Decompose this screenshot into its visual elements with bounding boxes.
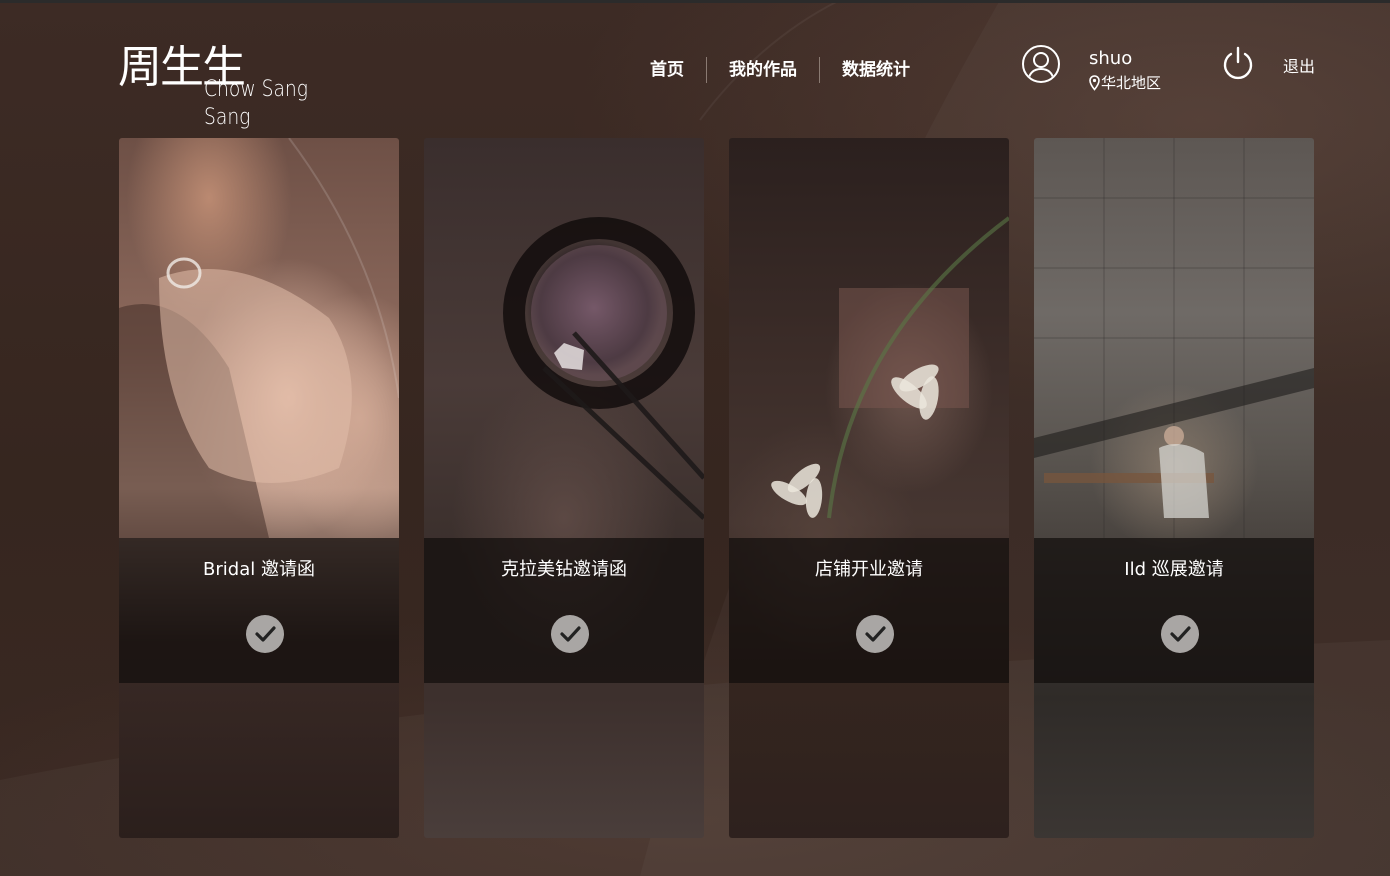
main-nav: 首页 我的作品 数据统计 [628,56,932,84]
user-icon[interactable] [1022,45,1060,83]
nav-item-statistics[interactable]: 数据统计 [820,56,932,84]
card-photo [424,138,704,838]
window-top-border [0,0,1390,3]
user-name: shuo [1089,48,1133,69]
card-title: 店铺开业邀请 [815,559,923,580]
card-photo [119,138,399,838]
template-card-bridal[interactable]: Bridal 邀请函 [119,138,399,838]
card-photo [1034,138,1314,838]
user-region-label: 华北地区 [1101,74,1162,92]
logout-button[interactable]: 退出 [1283,56,1315,78]
check-icon[interactable] [1161,615,1199,653]
check-icon[interactable] [551,615,589,653]
brand-logo[interactable]: 周生生 Chow Sang Sang [118,44,338,131]
brand-name-en: Chow Sang Sang [204,77,308,130]
nav-item-my-works[interactable]: 我的作品 [707,56,819,84]
user-region: 华北地区 [1089,73,1161,93]
nav-item-home[interactable]: 首页 [628,56,706,84]
template-card-store-opening[interactable]: 店铺开业邀请 [729,138,1009,838]
template-card-exhibition-tour[interactable]: Ild 巡展邀请 [1034,138,1314,838]
check-icon[interactable] [246,615,284,653]
card-title: 克拉美钻邀请函 [501,559,627,580]
power-icon[interactable] [1220,46,1256,82]
card-title: Ild 巡展邀请 [1124,559,1224,580]
card-photo [729,138,1009,838]
check-icon[interactable] [856,615,894,653]
template-card-carat-diamond[interactable]: 克拉美钻邀请函 [424,138,704,838]
location-pin-icon [1089,75,1100,91]
card-title: Bridal 邀请函 [203,559,315,580]
